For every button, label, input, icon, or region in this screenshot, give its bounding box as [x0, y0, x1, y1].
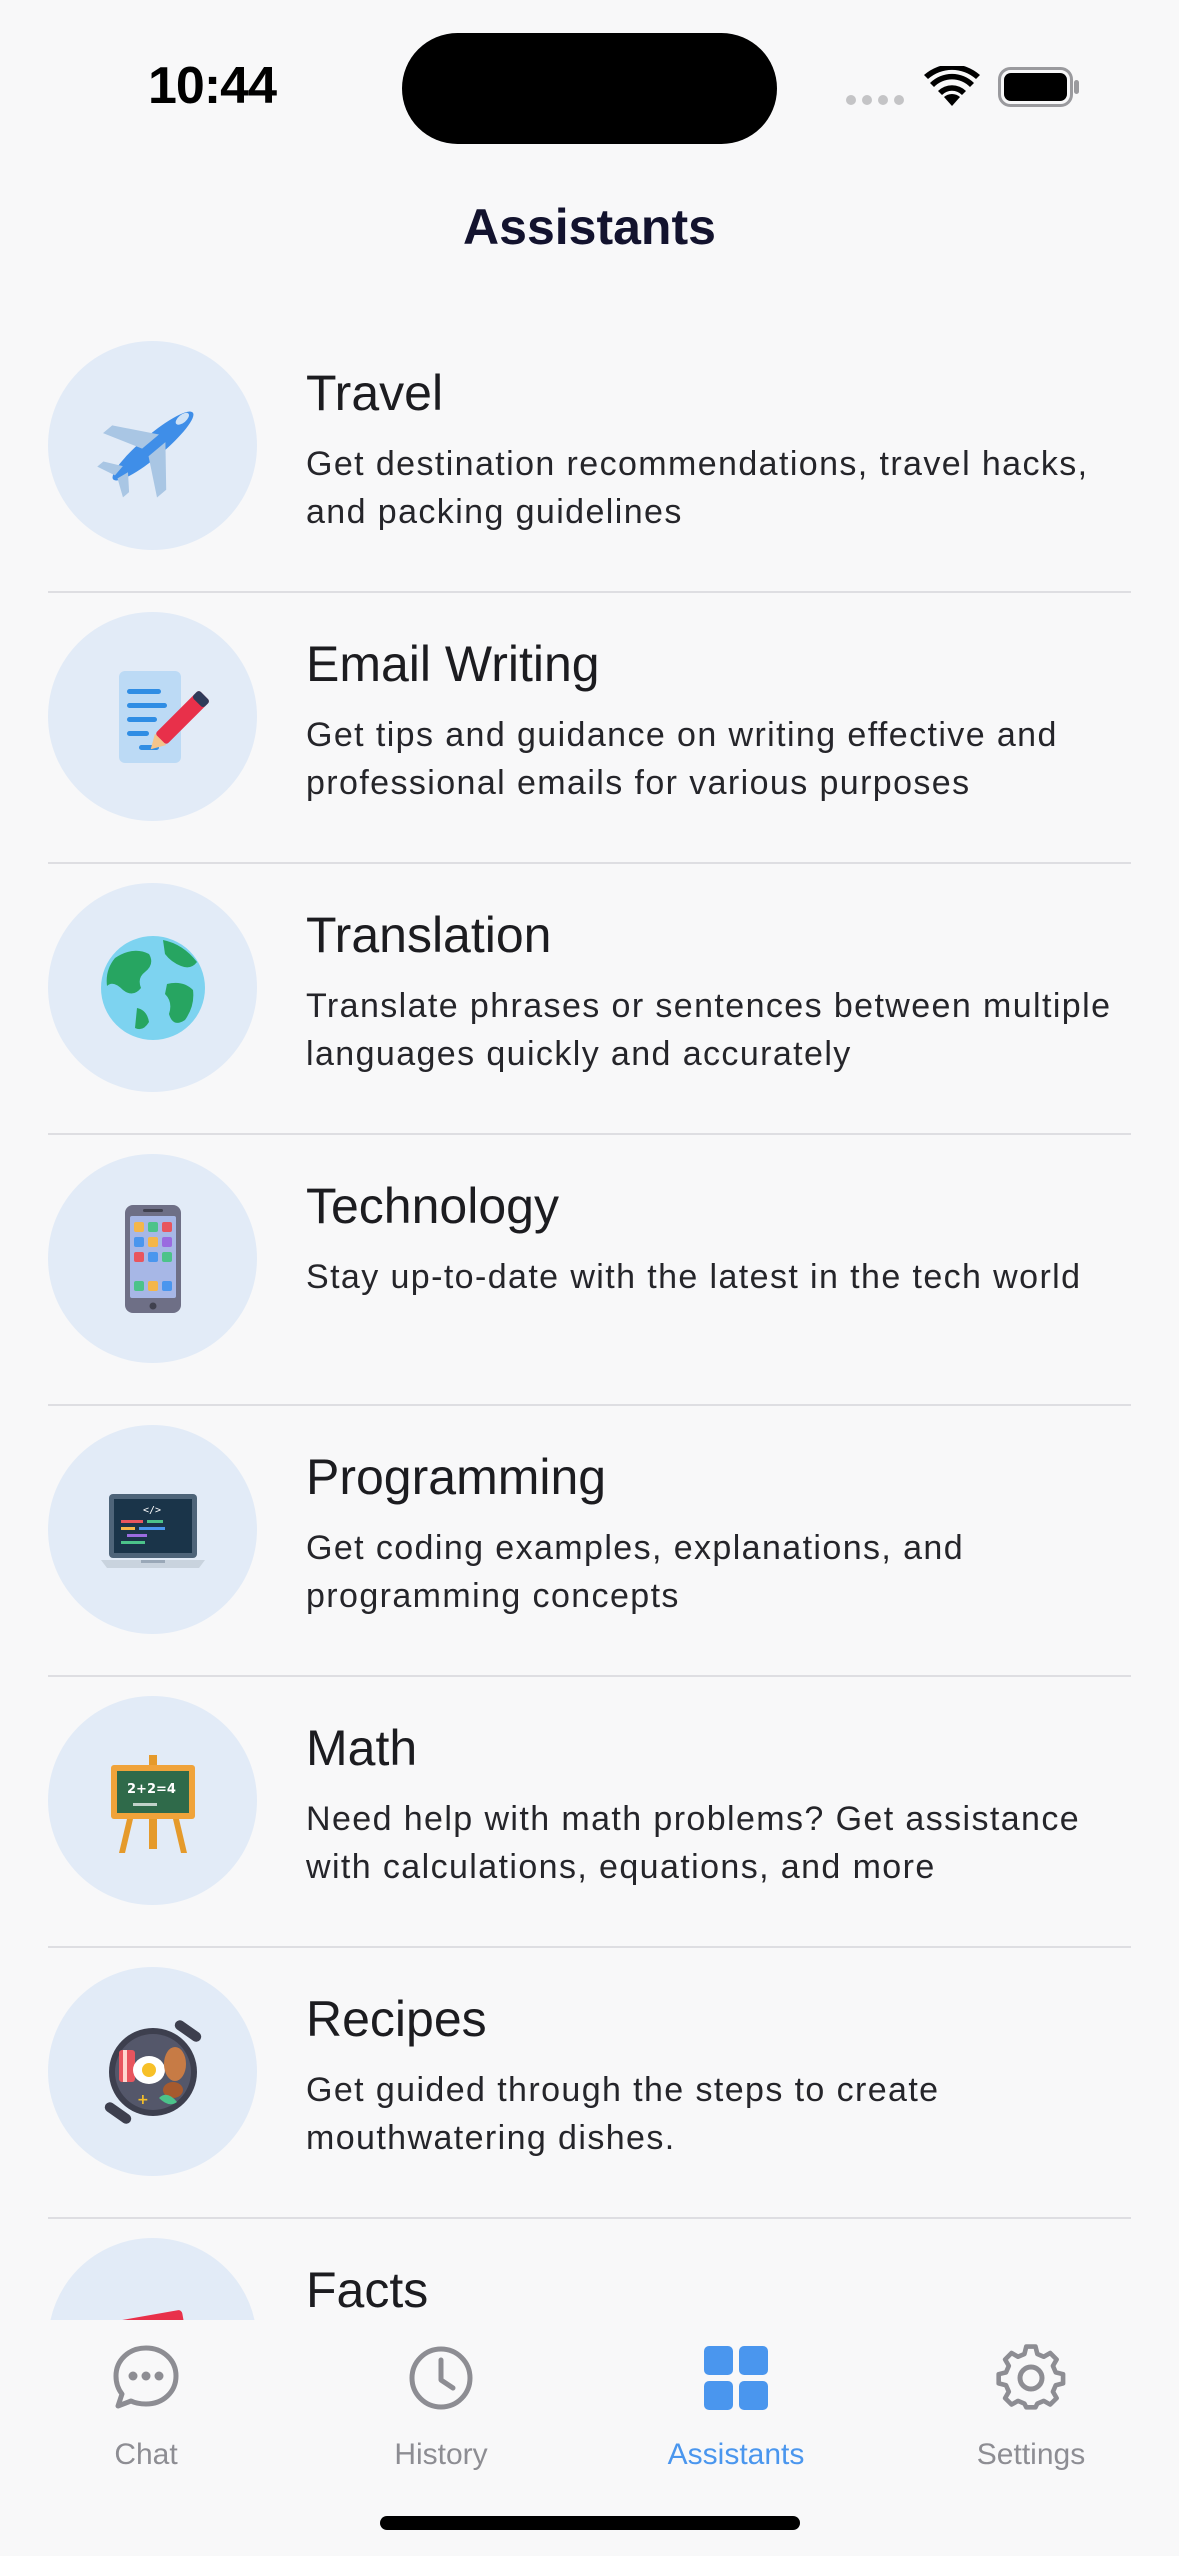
laptop-code-icon: </> [100, 1493, 205, 1568]
assistant-item-facts[interactable]: Facts [48, 2219, 1131, 2320]
svg-text:+: + [137, 2092, 149, 2108]
assistant-description: Need help with math problems? Get assist… [306, 1800, 1081, 1886]
assistant-avatar: + [48, 1967, 257, 2176]
tab-settings[interactable]: Settings [931, 2338, 1131, 2488]
grid-icon [704, 2346, 768, 2410]
tab-label: History [394, 2438, 488, 2471]
page-title: Assistants [463, 199, 716, 255]
cellular-signal-icon [846, 95, 904, 105]
assistant-description: Stay up-to-date with the latest in the t… [306, 1258, 1082, 1296]
tab-label: Assistants [667, 2438, 805, 2471]
assistant-avatar [48, 883, 257, 1092]
smartphone-icon [124, 1204, 181, 1313]
home-indicator[interactable] [380, 2516, 800, 2530]
document-pencil-icon [118, 670, 209, 763]
assistant-title: Travel [306, 365, 444, 421]
assistant-avatar: </> [48, 1425, 257, 1634]
assistants-list[interactable]: Travel Get destination recommendations, … [48, 322, 1131, 2320]
assistant-avatar [48, 2238, 257, 2320]
tab-history[interactable]: History [341, 2338, 541, 2488]
battery-icon [998, 67, 1079, 107]
svg-text:</>: </> [143, 1505, 161, 1516]
assistant-title: Facts [306, 2262, 429, 2318]
gear-icon [996, 2344, 1066, 2410]
tab-label: Chat [114, 2438, 178, 2471]
assistant-avatar: 2+2=4 [48, 1696, 257, 1905]
dynamic-island [402, 33, 777, 144]
assistant-title: Recipes [306, 1991, 487, 2047]
assistant-description: Get guided through the steps to create m… [306, 2071, 940, 2157]
chalkboard-icon: 2+2=4 [110, 1754, 195, 1853]
newspaper-icon [108, 2309, 191, 2320]
assistant-title: Technology [306, 1178, 559, 1234]
clock-icon [409, 2346, 473, 2410]
assistant-item-travel[interactable]: Travel Get destination recommendations, … [48, 322, 1131, 593]
assistant-item-technology[interactable]: Technology Stay up-to-date with the late… [48, 1135, 1131, 1406]
assistant-item-translation[interactable]: Translation Translate phrases or sentenc… [48, 864, 1131, 1135]
assistant-title: Translation [306, 907, 552, 963]
tab-chat[interactable]: Chat [46, 2338, 246, 2488]
assistant-item-recipes[interactable]: + Recipes Get guided through the steps t… [48, 1948, 1131, 2219]
wifi-icon [924, 66, 980, 106]
status-time: 10:44 [148, 57, 277, 115]
assistant-avatar [48, 612, 257, 821]
tab-label: Settings [976, 2438, 1086, 2471]
frying-pan-icon: + [104, 2019, 201, 2124]
assistant-item-math[interactable]: 2+2=4 Math Need help with math problems?… [48, 1677, 1131, 1948]
globe-icon [100, 935, 205, 1040]
assistant-avatar [48, 1154, 257, 1363]
assistant-description: Translate phrases or sentences between m… [306, 987, 1112, 1073]
tab-assistants[interactable]: Assistants [636, 2338, 836, 2488]
svg-text:2+2=4: 2+2=4 [127, 1782, 176, 1797]
assistant-item-email-writing[interactable]: Email Writing Get tips and guidance on w… [48, 593, 1131, 864]
airplane-icon [96, 411, 193, 497]
assistant-title: Math [306, 1720, 418, 1776]
assistant-title: Email Writing [306, 636, 600, 692]
assistant-avatar [48, 341, 257, 550]
assistant-title: Programming [306, 1449, 607, 1505]
assistant-description: Get tips and guidance on writing effecti… [306, 716, 1058, 802]
status-bar: 10:44 [0, 0, 1179, 150]
assistant-description: Get destination recommendations, travel … [306, 445, 1089, 531]
assistant-item-programming[interactable]: </> Programming Get coding examples, exp… [48, 1406, 1131, 1677]
chat-bubble-icon [113, 2345, 179, 2409]
assistant-description: Get coding examples, explanations, and p… [306, 1529, 965, 1615]
